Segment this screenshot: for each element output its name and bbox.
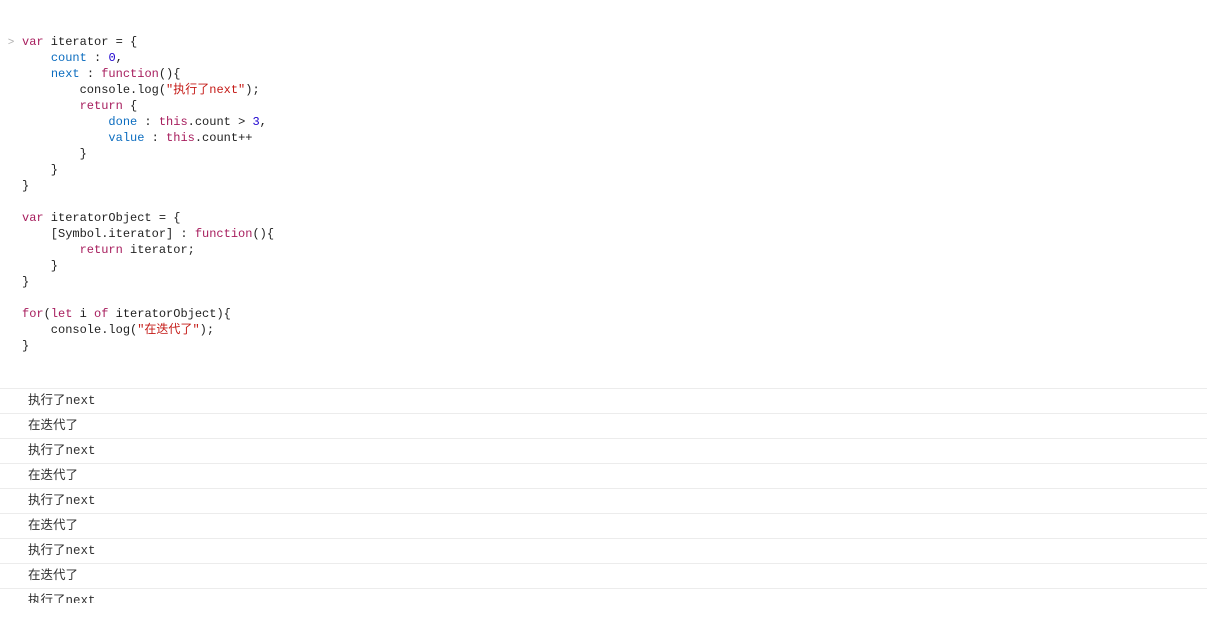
code-token: i	[72, 307, 94, 321]
code-token: ,	[116, 51, 123, 65]
code-token: }	[22, 147, 87, 161]
code-token: .count >	[188, 115, 253, 129]
code-token: var	[22, 211, 44, 225]
code-token: next	[51, 67, 80, 81]
console-input-block[interactable]: > var iterator = { count : 0, next : fun…	[0, 32, 1207, 354]
code-token: iteratorObject){	[108, 307, 230, 321]
prompt-chevron-icon: >	[0, 34, 22, 51]
console-log-row: 执行了next	[0, 388, 1207, 413]
code-token: {	[166, 211, 180, 225]
code-token	[22, 115, 108, 129]
code-token: (	[44, 307, 51, 321]
code-token: ,	[260, 115, 267, 129]
code-token: return	[80, 99, 123, 113]
code-token: function	[101, 67, 159, 81]
code-token: }	[22, 339, 29, 353]
code-token: for	[22, 307, 44, 321]
console-log-row: 在迭代了	[0, 513, 1207, 538]
code-token: return	[80, 243, 123, 257]
code-token: done	[108, 115, 137, 129]
code-token: iterator	[44, 35, 116, 49]
code-token: );	[245, 83, 259, 97]
code-token: next"	[209, 83, 245, 97]
code-token: :	[144, 131, 166, 145]
code-token: (){	[159, 67, 181, 81]
code-token: console.log(	[22, 323, 137, 337]
code-token: this	[166, 131, 195, 145]
code-token: ++	[238, 131, 252, 145]
code-token: :	[87, 51, 109, 65]
code-token: 3	[252, 115, 259, 129]
code-token: iteratorObject	[44, 211, 159, 225]
code-token: "	[192, 323, 199, 337]
console-log-row: 执行了next	[0, 438, 1207, 463]
code-token: of	[94, 307, 108, 321]
console-log-row: 在迭代了	[0, 463, 1207, 488]
code-token: function	[195, 227, 253, 241]
code-token: count	[51, 51, 87, 65]
code-token: }	[22, 163, 58, 177]
devtools-console: > var iterator = { count : 0, next : fun…	[0, 0, 1207, 619]
code-token: (){	[252, 227, 274, 241]
code-token: iterator;	[123, 243, 195, 257]
code-token: :	[137, 115, 159, 129]
console-log-row: 执行了next	[0, 488, 1207, 513]
code-token: var	[22, 35, 44, 49]
console-log-row: 执行了next	[0, 538, 1207, 563]
code-token: value	[108, 131, 144, 145]
code-token	[22, 67, 51, 81]
code-token: 在迭代了	[144, 323, 192, 337]
console-code[interactable]: var iterator = { count : 0, next : funct…	[22, 34, 1207, 354]
code-token: {	[123, 35, 137, 49]
code-token: {	[123, 99, 137, 113]
code-token: 0	[108, 51, 115, 65]
code-token: );	[200, 323, 214, 337]
code-token	[22, 131, 108, 145]
code-token: .count	[195, 131, 238, 145]
console-output: 执行了next在迭代了执行了next在迭代了执行了next在迭代了执行了next…	[0, 388, 1207, 603]
code-token: let	[51, 307, 73, 321]
code-token: }	[22, 275, 29, 289]
console-log-row: 在迭代了	[0, 413, 1207, 438]
console-log-row: 在迭代了	[0, 563, 1207, 588]
code-token: this	[159, 115, 188, 129]
code-token: [Symbol.iterator] :	[22, 227, 195, 241]
console-log-row: 执行了next	[0, 588, 1207, 603]
code-token: 执行了	[173, 83, 209, 97]
code-token	[22, 243, 80, 257]
code-token: console.log(	[22, 83, 166, 97]
code-token: =	[116, 35, 123, 49]
code-token: :	[80, 67, 102, 81]
code-token: }	[22, 179, 29, 193]
code-token: =	[159, 211, 166, 225]
code-token	[22, 99, 80, 113]
code-token	[22, 51, 51, 65]
code-token: }	[22, 259, 58, 273]
